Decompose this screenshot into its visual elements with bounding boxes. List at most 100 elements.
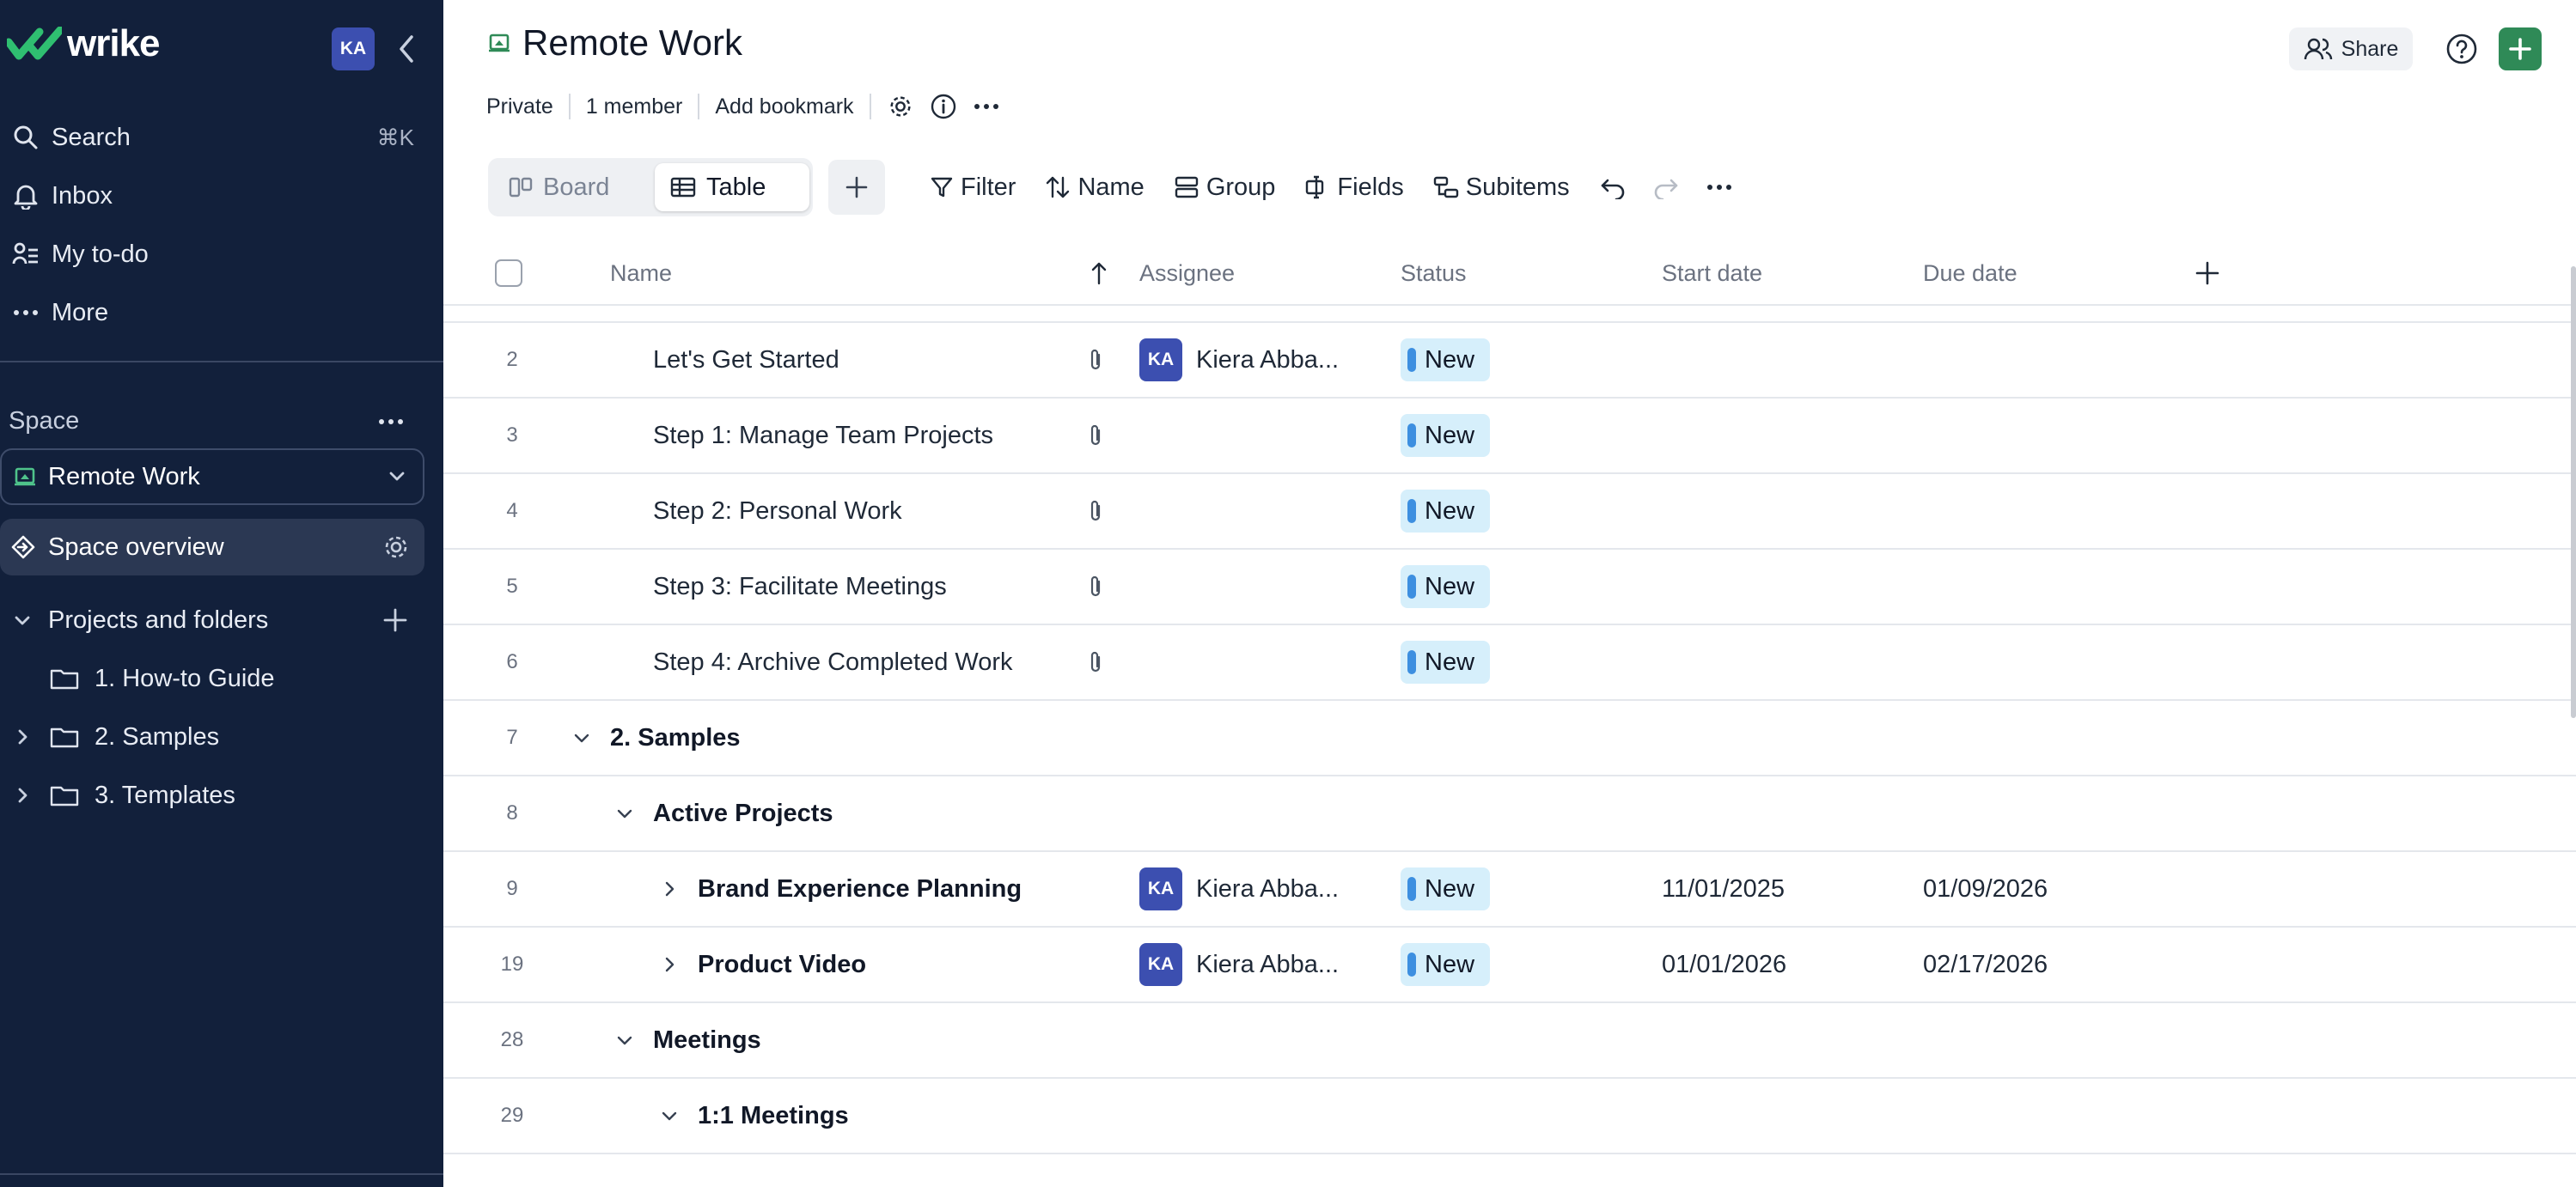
folder-name[interactable]: Meetings: [653, 1003, 761, 1077]
info-icon[interactable]: [930, 93, 957, 120]
folder-name[interactable]: 2. Samples: [610, 701, 741, 775]
tab-table[interactable]: Table: [655, 163, 809, 211]
help-icon[interactable]: [2445, 33, 2478, 70]
col-assignee[interactable]: Assignee: [1139, 242, 1235, 304]
page-title[interactable]: Remote Work: [522, 22, 742, 64]
add-bookmark-link[interactable]: Add bookmark: [715, 94, 853, 119]
status-cell[interactable]: New: [1401, 550, 1491, 624]
status-cell[interactable]: New: [1401, 928, 1491, 1001]
projects-and-folders-header[interactable]: Projects and folders: [0, 591, 443, 649]
undo-icon[interactable]: [1599, 175, 1627, 199]
vertical-scrollbar[interactable]: [2571, 266, 2576, 718]
status-cell[interactable]: New: [1401, 323, 1491, 397]
redo-icon[interactable]: [1652, 175, 1680, 199]
space-selector[interactable]: Remote Work: [0, 448, 424, 505]
row-number: 4: [506, 499, 518, 522]
sidebar-item-my-todo[interactable]: My to-do: [0, 225, 443, 283]
add-column-icon[interactable]: [2194, 242, 2220, 304]
table-row[interactable]: 3 Step 1: Manage Team Projects New: [443, 399, 2576, 474]
row-number: 5: [506, 575, 518, 598]
assignee-cell[interactable]: KA Kiera Abba...: [1139, 852, 1339, 926]
task-name[interactable]: Step 3: Facilitate Meetings: [653, 550, 947, 624]
table-row[interactable]: 29 1:1 Meetings: [443, 1079, 2576, 1154]
table-row[interactable]: 8 Active Projects: [443, 776, 2576, 852]
folder-item[interactable]: 1. How-to Guide: [0, 649, 443, 708]
settings-icon[interactable]: [887, 93, 914, 120]
person-list-icon: [12, 242, 38, 265]
chevron-right-icon[interactable]: [658, 928, 681, 1001]
more-options-icon[interactable]: [1706, 183, 1733, 192]
folder-item[interactable]: 3. Templates: [0, 766, 443, 825]
status-cell[interactable]: New: [1401, 852, 1491, 926]
tab-board[interactable]: Board: [493, 163, 653, 211]
sidebar-item-space-overview[interactable]: Space overview: [0, 519, 424, 575]
task-name[interactable]: Step 1: Manage Team Projects: [653, 399, 993, 472]
table-row[interactable]: 9 Brand Experience Planning KA Kiera Abb…: [443, 852, 2576, 928]
attachment-icon[interactable]: [1083, 323, 1108, 397]
col-due-date[interactable]: Due date: [1923, 242, 2017, 304]
space-more-icon[interactable]: [378, 404, 404, 433]
chevron-down-icon[interactable]: [658, 1079, 681, 1153]
table-icon: [670, 177, 696, 198]
assignee-cell[interactable]: KA Kiera Abba...: [1139, 928, 1339, 1001]
attachment-icon[interactable]: [1083, 625, 1108, 699]
project-name[interactable]: Brand Experience Planning: [698, 852, 1022, 926]
assignee-cell[interactable]: KA Kiera Abba...: [1139, 323, 1339, 397]
folder-icon: [50, 786, 79, 807]
sidebar-item-search[interactable]: Search ⌘K: [0, 108, 443, 167]
subitems-button[interactable]: Subitems: [1433, 173, 1570, 202]
sort-ascending-icon[interactable]: [1090, 242, 1108, 304]
create-new-button[interactable]: [2499, 27, 2542, 70]
col-start-date[interactable]: Start date: [1662, 242, 1762, 304]
add-icon[interactable]: [378, 603, 412, 637]
table-row[interactable]: 4 Step 2: Personal Work New: [443, 474, 2576, 550]
table-row[interactable]: 6 Step 4: Archive Completed Work New: [443, 625, 2576, 701]
status-cell[interactable]: New: [1401, 625, 1491, 699]
folder-item[interactable]: 2. Samples: [0, 708, 443, 766]
status-cell[interactable]: New: [1401, 474, 1491, 548]
add-view-button[interactable]: [828, 160, 885, 215]
col-status[interactable]: Status: [1401, 242, 1467, 304]
table-row[interactable]: 28 Meetings: [443, 1003, 2576, 1079]
sort-button[interactable]: Name: [1045, 173, 1145, 202]
attachment-icon[interactable]: [1083, 550, 1108, 624]
people-icon: [2304, 38, 2332, 60]
members-link[interactable]: 1 member: [586, 94, 683, 119]
folder-name[interactable]: Active Projects: [653, 776, 833, 850]
wrike-logo[interactable]: wrike: [7, 22, 161, 65]
start-date-cell[interactable]: 11/01/2025: [1662, 852, 1785, 926]
start-date-cell[interactable]: 01/01/2026: [1662, 928, 1786, 1001]
chevron-down-icon[interactable]: [571, 701, 593, 775]
more-options-icon[interactable]: [973, 102, 1000, 111]
due-date-cell[interactable]: 02/17/2026: [1923, 928, 2048, 1001]
collapse-sidebar-button[interactable]: [392, 31, 421, 67]
chevron-down-icon[interactable]: [613, 1003, 636, 1077]
chevron-right-icon[interactable]: [658, 852, 681, 926]
chevron-left-icon: [400, 35, 413, 63]
attachment-icon[interactable]: [1083, 399, 1108, 472]
group-button[interactable]: Group: [1174, 173, 1275, 202]
fields-button[interactable]: Fields: [1304, 173, 1404, 202]
gear-icon[interactable]: [382, 533, 411, 562]
table-row[interactable]: 2 Let's Get Started KA Kiera Abba... New: [443, 321, 2576, 399]
folder-name[interactable]: 1:1 Meetings: [698, 1079, 849, 1153]
task-name[interactable]: Step 2: Personal Work: [653, 474, 902, 548]
task-name[interactable]: Let's Get Started: [653, 323, 839, 397]
chevron-down-icon[interactable]: [613, 776, 636, 850]
user-avatar[interactable]: KA: [332, 27, 375, 70]
select-all-checkbox[interactable]: [495, 242, 522, 304]
sidebar-item-inbox[interactable]: Inbox: [0, 167, 443, 225]
table-row[interactable]: 5 Step 3: Facilitate Meetings New: [443, 550, 2576, 625]
col-name[interactable]: Name: [610, 242, 672, 304]
sidebar-item-more[interactable]: More: [0, 283, 443, 342]
status-cell[interactable]: New: [1401, 399, 1491, 472]
filter-button[interactable]: Filter: [930, 173, 1016, 202]
table-row[interactable]: 19 Product Video KA Kiera Abba... New 01…: [443, 928, 2576, 1003]
table-row[interactable]: 7 2. Samples: [443, 701, 2576, 776]
task-name[interactable]: Step 4: Archive Completed Work: [653, 625, 1013, 699]
attachment-icon[interactable]: [1083, 474, 1108, 548]
project-name[interactable]: Product Video: [698, 928, 866, 1001]
due-date-cell[interactable]: 01/09/2026: [1923, 852, 2048, 926]
privacy-label[interactable]: Private: [486, 94, 553, 119]
share-button[interactable]: Share: [2289, 27, 2413, 70]
